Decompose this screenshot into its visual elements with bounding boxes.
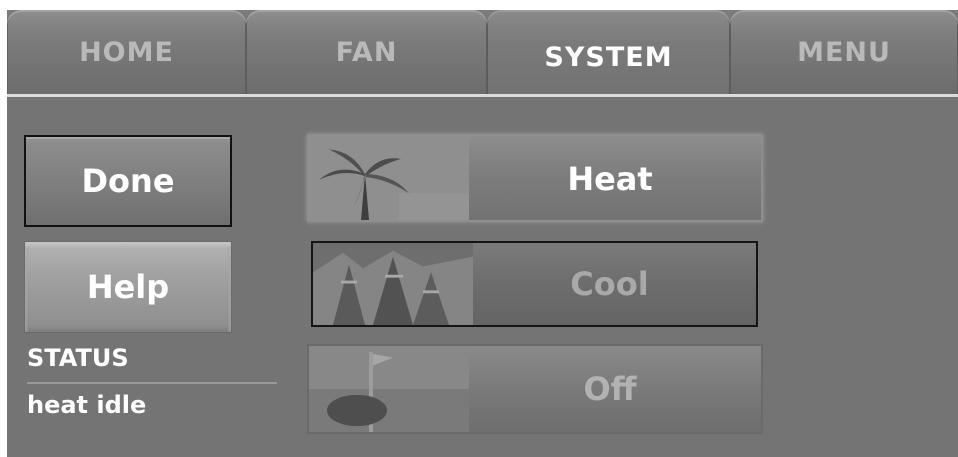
status-label: STATUS <box>27 344 129 372</box>
tab-bar: HOME FAN SYSTEM MENU <box>7 10 958 96</box>
off-mode-label: Off <box>583 370 637 408</box>
status-value: heat idle <box>27 391 147 419</box>
help-button-label: Help <box>86 268 170 306</box>
heat-mode-button[interactable]: Heat <box>307 134 763 222</box>
heat-mode-label: Heat <box>567 160 653 198</box>
tab-fan-label: FAN <box>335 36 398 68</box>
done-button[interactable]: Done <box>24 135 232 227</box>
tab-system[interactable]: SYSTEM <box>487 10 730 94</box>
tab-home[interactable]: HOME <box>7 10 246 94</box>
help-button[interactable]: Help <box>24 241 232 333</box>
thermostat-screen: HOME FAN SYSTEM MENU Done Help STATUS he… <box>7 10 958 457</box>
tab-divider <box>7 94 958 97</box>
tab-menu-label: MENU <box>797 36 891 68</box>
tab-system-label: SYSTEM <box>544 41 673 73</box>
cool-mode-label: Cool <box>570 265 649 303</box>
done-button-label: Done <box>81 162 175 200</box>
off-mode-button[interactable]: Off <box>307 344 763 434</box>
tab-menu[interactable]: MENU <box>730 10 958 94</box>
tab-fan[interactable]: FAN <box>246 10 487 94</box>
status-divider <box>27 382 277 384</box>
cool-mode-button[interactable]: Cool <box>311 241 758 327</box>
tab-home-label: HOME <box>79 36 174 68</box>
